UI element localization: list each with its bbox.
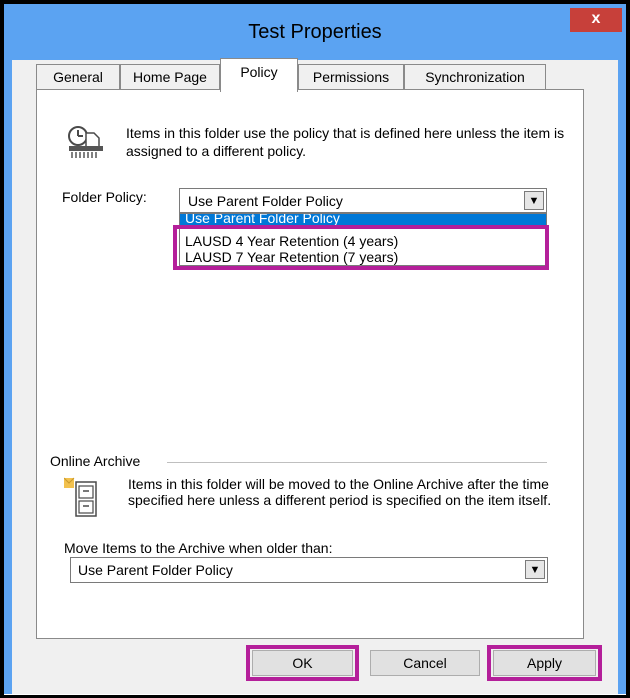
archive-age-value: Use Parent Folder Policy xyxy=(78,562,233,578)
clock-document-icon xyxy=(66,125,106,164)
archive-description: Items in this folder will be moved to th… xyxy=(128,476,552,508)
cancel-button[interactable]: Cancel xyxy=(370,650,480,676)
highlight-retention-options xyxy=(173,225,549,270)
window-title: Test Properties xyxy=(248,21,382,43)
tab-home-page[interactable]: Home Page xyxy=(120,64,220,90)
move-items-label: Move Items to the Archive when older tha… xyxy=(64,540,333,556)
online-archive-header: Online Archive xyxy=(50,453,141,469)
archive-age-select[interactable]: Use Parent Folder Policy ▼ xyxy=(70,557,548,583)
chevron-down-icon[interactable]: ▼ xyxy=(525,560,545,579)
tab-general[interactable]: General xyxy=(36,64,120,90)
close-button[interactable]: x xyxy=(570,8,622,32)
tab-synchronization[interactable]: Synchronization xyxy=(404,64,546,90)
tab-permissions[interactable]: Permissions xyxy=(298,64,404,90)
chevron-down-icon[interactable]: ▼ xyxy=(524,191,544,210)
section-divider xyxy=(167,462,547,463)
highlight-ok-button xyxy=(246,645,359,681)
folder-policy-value: Use Parent Folder Policy xyxy=(188,193,343,209)
window-border-left xyxy=(4,60,12,694)
folder-policy-select[interactable]: Use Parent Folder Policy ▼ xyxy=(179,188,547,213)
highlight-apply-button xyxy=(487,645,602,681)
title-bar[interactable]: Test Properties x xyxy=(4,4,626,60)
tab-policy[interactable]: Policy xyxy=(220,58,298,92)
policy-description: Items in this folder use the policy that… xyxy=(126,125,565,159)
folder-policy-label: Folder Policy: xyxy=(62,189,147,205)
window-border-right xyxy=(618,60,626,694)
archive-cabinet-icon xyxy=(63,476,104,523)
